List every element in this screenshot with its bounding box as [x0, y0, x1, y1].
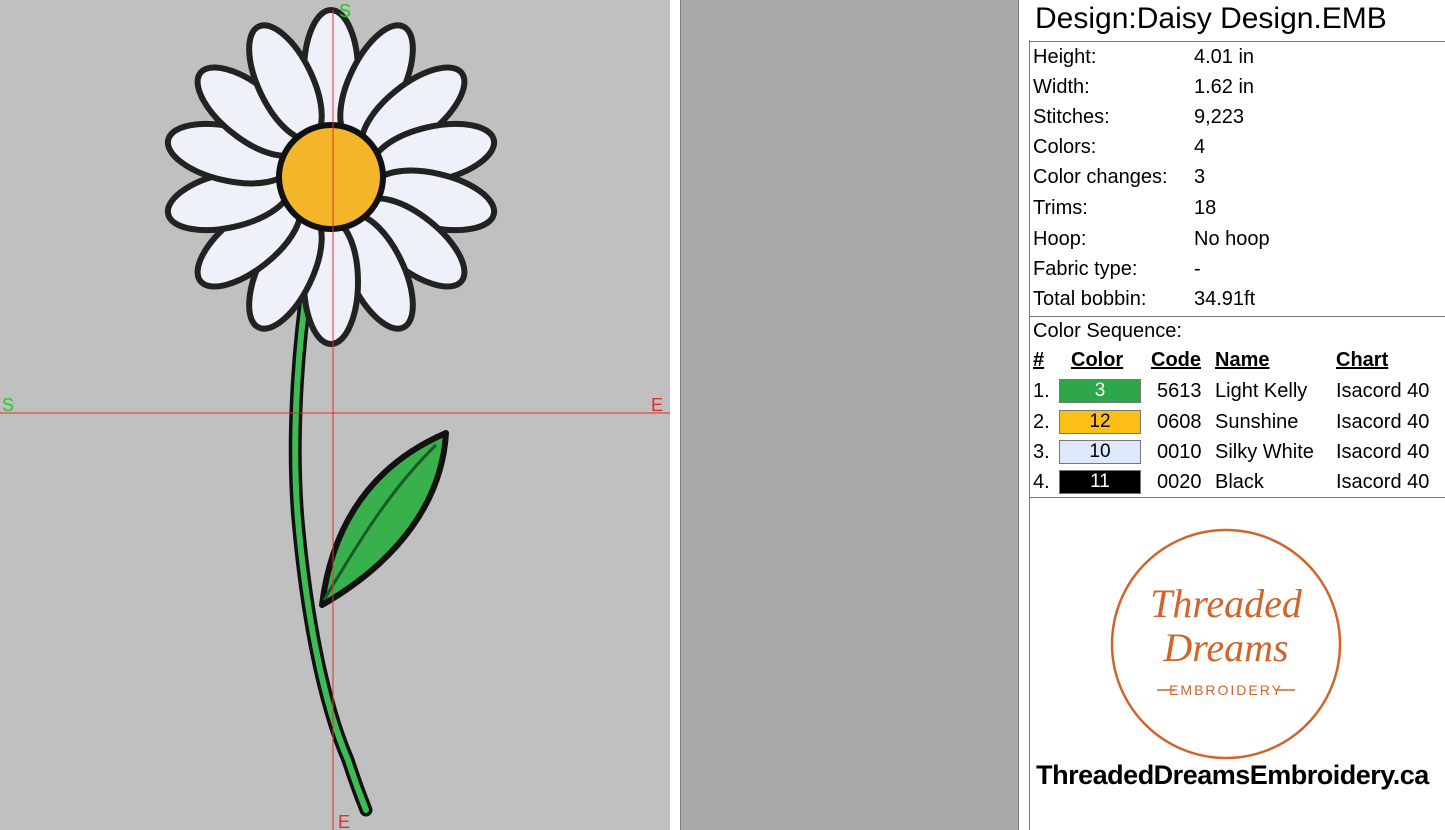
design-info-panel: Design:Daisy Design.EMB Height: 4.01 in …	[1018, 0, 1445, 830]
thread-chart: Isacord 40	[1336, 380, 1430, 402]
prop-label: Width:	[1033, 76, 1090, 98]
pane-gap	[670, 0, 680, 830]
color-swatch: 10	[1059, 440, 1141, 464]
color-row: 2. 12 0608 Sunshine Isacord 40	[1019, 408, 1445, 438]
empty-preview-pane	[680, 0, 1018, 830]
thread-chart: Isacord 40	[1336, 471, 1430, 493]
prop-label: Fabric type:	[1033, 258, 1138, 280]
logo-line1: Threaded	[1150, 581, 1303, 626]
prop-label: Stitches:	[1033, 106, 1110, 128]
thread-name: Black	[1215, 471, 1264, 493]
color-row: 3. 10 0010 Silky White Isacord 40	[1019, 438, 1445, 468]
logo-line2: Dreams	[1162, 625, 1288, 670]
prop-value: 18	[1194, 197, 1217, 219]
daisy-design-preview: S E S E	[0, 1, 670, 830]
header-code: Code	[1151, 349, 1201, 371]
flower-center	[276, 122, 386, 232]
prop-label: Height:	[1033, 46, 1097, 68]
thread-name: Silky White	[1215, 441, 1314, 463]
prop-value: 34.91ft	[1194, 288, 1256, 310]
marker-bottom: E	[338, 812, 350, 830]
website-url[interactable]: ThreadedDreamsEmbroidery.ca	[1019, 760, 1445, 791]
color-row: 4. 11 0020 Black Isacord 40	[1019, 468, 1445, 498]
header-name: Name	[1215, 349, 1270, 371]
prop-label: Color changes:	[1033, 166, 1168, 188]
header-num: #	[1033, 349, 1045, 371]
color-swatch: 3	[1059, 379, 1141, 403]
prop-value: No hoop	[1194, 228, 1270, 250]
header-color: Color	[1071, 349, 1124, 371]
thread-code: 0608	[1157, 411, 1202, 433]
prop-label: Hoop:	[1033, 228, 1087, 250]
prop-label: Trims:	[1033, 197, 1088, 219]
thread-name: Sunshine	[1215, 411, 1299, 433]
color-swatch: 12	[1059, 410, 1141, 434]
thread-code: 5613	[1157, 380, 1202, 402]
design-canvas[interactable]: S E S E	[0, 0, 670, 830]
color-row: 1. 3 5613 Light Kelly Isacord 40	[1019, 377, 1445, 407]
thread-code: 0020	[1157, 471, 1202, 493]
thread-code: 0010	[1157, 441, 1202, 463]
prop-value: -	[1194, 258, 1201, 280]
prop-value: 9,223	[1194, 106, 1245, 128]
prop-value: 1.62 in	[1194, 76, 1255, 98]
row-num: 4.	[1033, 471, 1050, 493]
row-num: 1.	[1033, 380, 1050, 402]
prop-label: Total bobbin:	[1033, 288, 1147, 310]
color-swatch: 11	[1059, 470, 1141, 494]
header-chart: Chart	[1336, 349, 1389, 371]
divider	[1029, 41, 1445, 42]
threaded-dreams-logo: Threaded Dreams EMBROIDERY	[1110, 528, 1342, 760]
marker-right: E	[651, 395, 663, 415]
thread-chart: Isacord 40	[1336, 411, 1430, 433]
prop-value: 4	[1194, 136, 1206, 158]
design-title: Design:Daisy Design.EMB	[1035, 2, 1387, 35]
color-sequence-title: Color Sequence:	[1033, 320, 1182, 342]
thread-name: Light Kelly	[1215, 380, 1308, 402]
divider	[1029, 497, 1445, 498]
logo-line3: EMBROIDERY	[1169, 682, 1283, 698]
marker-left: S	[2, 395, 14, 415]
row-num: 3.	[1033, 441, 1050, 463]
leaf	[319, 430, 449, 608]
divider	[1029, 316, 1445, 317]
prop-label: Colors:	[1033, 136, 1097, 158]
prop-value: 3	[1194, 166, 1206, 188]
row-num: 2.	[1033, 411, 1050, 433]
marker-top: S	[339, 1, 351, 21]
prop-value: 4.01 in	[1194, 46, 1255, 68]
thread-chart: Isacord 40	[1336, 441, 1430, 463]
